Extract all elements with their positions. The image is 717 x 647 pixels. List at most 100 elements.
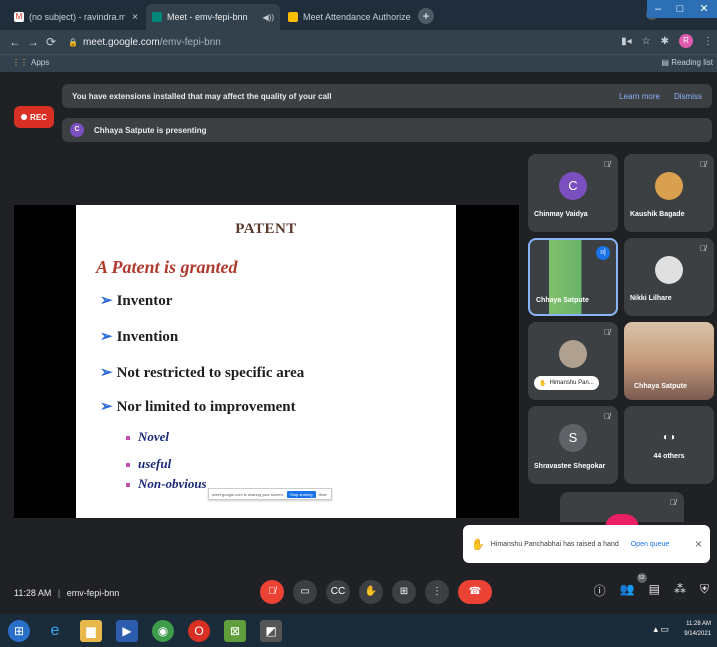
tab-title: Meet Attendance Authorize: [303, 12, 411, 22]
mic-toggle-button[interactable]: 🎙̸: [260, 580, 284, 604]
participant-tile[interactable]: 🎙̸ S Shravastee Shegokar: [528, 406, 618, 484]
taskbar-clock[interactable]: 11:28 AM 9/14/2021: [684, 619, 711, 639]
leave-call-button[interactable]: ☎: [458, 580, 492, 604]
url-field[interactable]: 🔒 meet.google.com/emv-fepi-bnn: [68, 37, 221, 48]
open-queue-button[interactable]: Open queue: [631, 541, 670, 548]
meeting-info: 11:28 AM | emv-fepi-bnn: [14, 588, 119, 598]
call-controls: 🎙̸ ▭ CC ✋ ⊞ ⋮ ☎: [260, 580, 492, 604]
participant-name: Himanshu Pan...: [549, 380, 594, 386]
meet-bottom-bar: 11:28 AM | emv-fepi-bnn 🎙̸ ▭ CC ✋ ⊞ ⋮ ☎ …: [0, 573, 717, 614]
others-avatars-icon: ◐◑: [662, 432, 676, 443]
others-tile[interactable]: ◐◑ 44 others: [624, 406, 714, 484]
media-player-icon[interactable]: ▶: [116, 619, 138, 642]
participant-name: Chhaya Satpute: [536, 297, 589, 304]
image-app-icon[interactable]: ◩: [260, 619, 282, 642]
meet-window: REC You have extensions installed that m…: [0, 72, 717, 614]
reload-icon[interactable]: ⟳: [42, 35, 60, 49]
side-panel-controls: ⓘ 👥 53 ▤ ⁂ ⛨: [594, 573, 709, 599]
rec-label: REC: [30, 112, 47, 122]
captions-button[interactable]: CC: [326, 580, 350, 604]
reading-list-label: Reading list: [671, 58, 713, 67]
raise-hand-button[interactable]: ✋: [359, 580, 383, 604]
camera-blocked-icon[interactable]: ▮◂: [621, 36, 632, 47]
forward-icon[interactable]: →: [24, 35, 42, 49]
meeting-details-button[interactable]: ⓘ: [594, 582, 606, 599]
recording-badge[interactable]: REC: [14, 106, 54, 128]
participant-name: Shravastee Shegokar: [534, 463, 606, 470]
apps-grid-icon: ⋮⋮: [12, 58, 28, 67]
slide-sub-bullet: Novel: [126, 429, 169, 445]
close-tab-icon[interactable]: ×: [279, 12, 280, 23]
arrow-bullet-icon: ➢: [100, 329, 113, 345]
participant-avatar: S: [559, 424, 587, 452]
meeting-time: 11:28 AM: [14, 588, 52, 598]
new-tab-button[interactable]: +: [418, 8, 434, 24]
gmail-icon: M: [14, 12, 24, 22]
tab-attendance[interactable]: Meet Attendance Authorize ×: [282, 4, 414, 30]
others-count: 44 others: [653, 453, 685, 460]
extension-notice-text: You have extensions installed that may a…: [72, 91, 332, 101]
learn-more-link[interactable]: Learn more: [619, 92, 660, 101]
chat-button[interactable]: ▤: [649, 582, 660, 599]
arrow-bullet-icon: ➢: [100, 293, 113, 309]
slide-bullet: ➢ Invention: [100, 329, 179, 345]
participant-tile-video[interactable]: Chhaya Satpute: [624, 322, 714, 400]
start-button[interactable]: ⊞: [8, 619, 30, 642]
tab-meet[interactable]: Meet - emv-fepi-bnn ◀)) ×: [146, 4, 280, 30]
raised-hand-toast: ✋ Himanshu Panchabhai has raised a hand …: [463, 525, 710, 563]
tab-gmail[interactable]: M (no subject) - ravindra.mechanic... ×: [8, 4, 144, 30]
apps-shortcut[interactable]: ⋮⋮ Apps: [12, 58, 49, 67]
presenting-text: Chhaya Satpute is presenting: [94, 125, 207, 135]
hand-icon: ✋: [471, 538, 485, 551]
arrow-bullet-icon: ➢: [100, 365, 113, 381]
opera-icon[interactable]: O: [188, 619, 210, 642]
shared-screen[interactable]: PATENT A Patent is granted ➢ Inventor ➢ In…: [14, 205, 519, 518]
file-explorer-icon[interactable]: ▆: [80, 619, 102, 642]
participant-tile[interactable]: 🎙̸ Kaushik Bagade: [624, 154, 714, 232]
people-button[interactable]: 👥 53: [620, 573, 647, 599]
participant-avatar: C: [559, 172, 587, 200]
bookmark-star-icon[interactable]: ☆: [642, 36, 651, 47]
profile-avatar[interactable]: R: [679, 34, 693, 48]
mic-off-icon: 🎙̸: [604, 160, 610, 169]
close-tab-icon[interactable]: ×: [132, 12, 138, 23]
more-options-button[interactable]: ⋮: [425, 580, 449, 604]
hide-button[interactable]: Hide: [319, 492, 327, 497]
camera-toggle-button[interactable]: ▭: [293, 580, 317, 604]
screen-share-bar: meet.google.com is sharing your screen. …: [208, 488, 332, 500]
apps-label: Apps: [31, 58, 50, 67]
participant-tile-speaking[interactable]: ıı| Chhaya Satpute: [528, 238, 618, 316]
host-controls-button[interactable]: ⛨: [700, 582, 709, 599]
maximize-button[interactable]: □: [669, 0, 691, 18]
slide-bullet: ➢ Inventor: [100, 293, 173, 309]
extensions-puzzle-icon[interactable]: ✱: [661, 36, 669, 47]
spreadsheet-app-icon[interactable]: ⊠: [224, 619, 246, 642]
participant-photo: [655, 256, 683, 284]
presenter-avatar: C: [70, 123, 84, 137]
system-tray[interactable]: ▴ ▭: [653, 624, 669, 635]
stop-sharing-button[interactable]: Stop sharing: [287, 490, 316, 498]
reading-list-button[interactable]: ▤ Reading list: [661, 58, 713, 67]
audio-playing-icon: ◀)): [262, 12, 275, 22]
close-window-button[interactable]: ✕: [691, 0, 717, 18]
chrome-icon[interactable]: ◉: [152, 619, 174, 642]
dismiss-link[interactable]: Dismiss: [674, 92, 702, 101]
mic-off-icon: 🎙̸: [700, 160, 706, 169]
presenting-banner: C Chhaya Satpute is presenting: [62, 118, 712, 142]
slide-bullet: ➢ Nor limited to improvement: [100, 399, 296, 415]
back-icon[interactable]: ←: [6, 35, 24, 49]
activities-button[interactable]: ⁂: [674, 582, 686, 599]
participant-tile[interactable]: 🎙̸ C Chinmay Vaidya: [528, 154, 618, 232]
square-bullet-icon: [126, 483, 130, 488]
present-button[interactable]: ⊞: [392, 580, 416, 604]
menu-kebab-icon[interactable]: ⋮: [703, 36, 713, 47]
internet-explorer-icon[interactable]: e: [44, 620, 66, 642]
attendance-extension-icon: [288, 12, 298, 22]
clock-time: 11:28 AM: [686, 621, 711, 627]
participant-tile[interactable]: 🎙̸ Nikki Lilhare: [624, 238, 714, 316]
participant-tile[interactable]: 🎙̸ ✋ Himanshu Pan...: [528, 322, 618, 400]
minimize-button[interactable]: –: [647, 0, 669, 18]
people-count-badge: 53: [636, 573, 647, 583]
record-dot-icon: [21, 114, 28, 120]
close-toast-icon[interactable]: ×: [695, 537, 702, 551]
